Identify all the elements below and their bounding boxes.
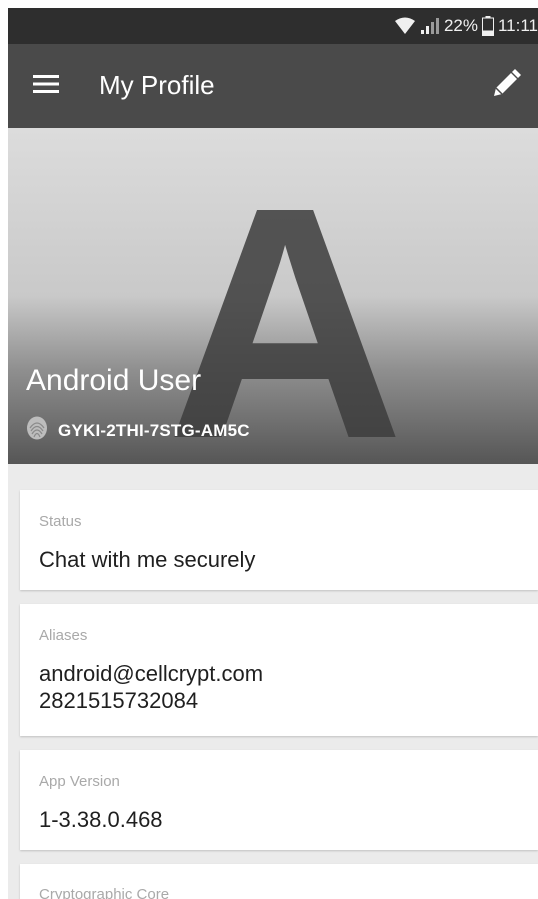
cryptographic-core-card[interactable]: Cryptographic Core <box>20 864 538 899</box>
status-card[interactable]: Status Chat with me securely <box>20 490 538 590</box>
app-bar: My Profile <box>8 44 538 128</box>
battery-icon <box>481 16 494 36</box>
aliases-label: Aliases <box>39 627 88 644</box>
wifi-icon <box>394 17 416 35</box>
cryptographic-core-label: Cryptographic Core <box>39 886 170 899</box>
alias-number: 2821515732084 <box>39 688 199 713</box>
page-title: My Profile <box>99 70 215 100</box>
app-version-label: App Version <box>39 773 120 790</box>
edit-profile-button[interactable] <box>488 68 524 104</box>
alias-email: android@cellcrypt.com <box>39 661 264 686</box>
status-value: Chat with me securely <box>39 547 256 572</box>
fingerprint-row: GYKI-2THI-7STG-AM5C <box>26 416 250 445</box>
screen-left-margin <box>0 0 8 899</box>
navigation-menu-button[interactable] <box>30 70 62 102</box>
profile-header: A Android User GYKI-2THI-7STG-AM5C <box>8 128 538 464</box>
aliases-card[interactable]: Aliases android@cellcrypt.com 2821515732… <box>20 604 538 736</box>
status-bar: 22% 11:11 <box>8 8 538 44</box>
app-version-value: 1-3.38.0.468 <box>39 807 163 832</box>
status-indicators: 22% 11:11 <box>394 8 538 44</box>
signal-icon <box>420 17 440 35</box>
battery-percent: 22% <box>443 16 478 35</box>
pencil-icon <box>491 68 521 104</box>
screen-top-margin <box>0 0 538 8</box>
clock: 11:11 <box>497 16 538 35</box>
fingerprint-icon <box>26 416 48 445</box>
status-label: Status <box>39 513 82 530</box>
user-name: Android User <box>26 364 202 397</box>
app-version-card[interactable]: App Version 1-3.38.0.468 <box>20 750 538 850</box>
hamburger-menu-icon <box>33 74 59 99</box>
fingerprint-id: GYKI-2THI-7STG-AM5C <box>58 420 250 440</box>
profile-screen: 22% 11:11 My Profile A Android User GYKI… <box>0 0 538 899</box>
